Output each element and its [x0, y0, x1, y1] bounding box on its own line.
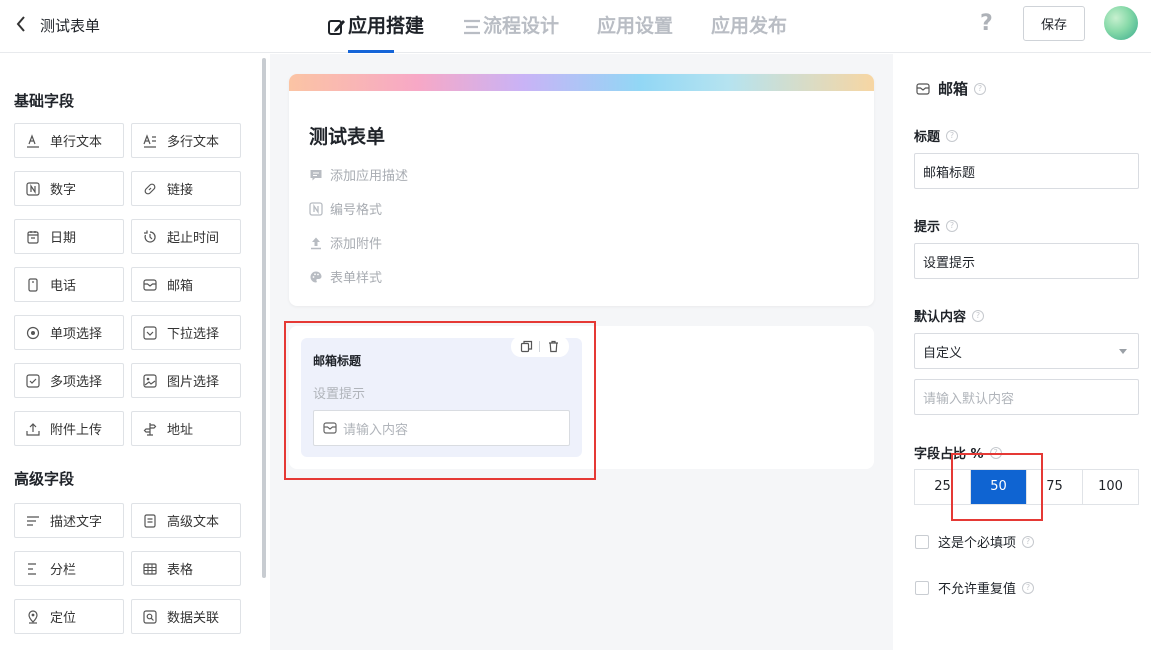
field-description-text[interactable]: 描述文字 — [14, 503, 124, 538]
properties-type: 邮箱 — [938, 80, 969, 98]
checkbox-box[interactable] — [915, 580, 929, 595]
required-checkbox[interactable]: 这是个必填项 ? — [915, 532, 1035, 551]
field-phone[interactable]: 电话 — [14, 267, 124, 302]
number-icon — [26, 181, 40, 196]
highlight-box-field — [284, 321, 596, 480]
help-icon[interactable]: ? — [974, 82, 987, 95]
chevron-left-icon[interactable] — [14, 13, 28, 40]
field-rich-text[interactable]: 高级文本 — [131, 503, 241, 538]
checkbox-box[interactable] — [915, 534, 929, 549]
field-email[interactable]: 邮箱 — [131, 267, 241, 302]
save-button[interactable]: 保存 — [1023, 6, 1085, 41]
palette-icon — [310, 271, 322, 282]
mail-icon — [916, 82, 930, 95]
form-title[interactable]: 测试表单 — [309, 122, 385, 149]
edit-icon — [328, 19, 345, 35]
chevron-down-icon — [1119, 349, 1127, 354]
tab-label: 应用设置 — [597, 15, 674, 37]
link-icon — [144, 183, 156, 194]
tab-label: 应用搭建 — [348, 15, 425, 37]
dropdown-icon — [143, 325, 157, 340]
form-style-link[interactable]: 表单样式 — [309, 267, 382, 286]
tab-app-publish[interactable]: 应用发布 — [711, 0, 787, 53]
help-icon[interactable]: ? — [946, 219, 959, 232]
help-icon[interactable]: ? — [980, 11, 993, 36]
title-label: 标题 ? — [914, 126, 959, 145]
signpost-icon — [143, 422, 157, 436]
default-content-label: 默认内容 ? — [914, 306, 985, 325]
tab-label: 应用发布 — [711, 15, 788, 37]
add-description-link[interactable]: 添加应用描述 — [309, 165, 408, 184]
description-icon — [27, 515, 39, 526]
columns-icon — [28, 562, 36, 575]
title-input[interactable]: 邮箱标题 — [914, 153, 1139, 189]
field-attachment[interactable]: 附件上传 — [14, 411, 124, 446]
calendar-icon — [27, 230, 39, 244]
field-link[interactable]: 链接 — [131, 171, 241, 206]
avatar[interactable] — [1104, 6, 1138, 40]
field-single-line-text[interactable]: 单行文本 — [14, 123, 124, 158]
default-content-input[interactable]: 请输入默认内容 — [914, 379, 1139, 415]
location-icon — [28, 609, 38, 624]
form-banner — [289, 74, 874, 91]
mail-icon — [143, 278, 157, 291]
field-number[interactable]: 数字 — [14, 171, 124, 206]
field-columns[interactable]: 分栏 — [14, 551, 124, 586]
upload-icon — [311, 237, 321, 249]
hint-label: 提示 ? — [914, 216, 959, 235]
main-tabs: 应用搭建 流程设计 应用设置 应用发布 — [327, 0, 825, 53]
hint-input[interactable]: 设置提示 — [914, 243, 1139, 279]
field-address[interactable]: 地址 — [131, 411, 241, 446]
table-icon — [143, 562, 157, 575]
form-header-card: 测试表单 添加应用描述 编号格式 添加附件 表单样式 — [289, 74, 874, 306]
width-option-100[interactable]: 100 — [1083, 470, 1138, 504]
field-single-choice[interactable]: 单项选择 — [14, 315, 124, 350]
field-multi-line-text[interactable]: 多行文本 — [131, 123, 241, 158]
tab-app-settings[interactable]: 应用设置 — [597, 0, 673, 53]
add-attachment-link[interactable]: 添加附件 — [309, 233, 382, 252]
default-mode-select[interactable]: 自定义 — [914, 333, 1139, 369]
properties-header: 邮箱 ? — [916, 78, 987, 99]
clock-range-icon — [144, 230, 156, 243]
field-data-link[interactable]: 数据关联 — [131, 599, 241, 634]
field-date[interactable]: 日期 — [14, 219, 124, 254]
help-icon[interactable]: ? — [1022, 535, 1035, 548]
help-icon[interactable]: ? — [946, 129, 959, 142]
flow-icon — [464, 19, 481, 34]
app-title: 测试表单 — [40, 17, 101, 35]
text-line-icon — [27, 133, 39, 148]
palette-scrollbar[interactable] — [262, 58, 266, 578]
highlight-box-width — [951, 453, 1043, 521]
field-multi-choice[interactable]: 多项选择 — [14, 363, 124, 398]
tab-app-build[interactable]: 应用搭建 — [327, 0, 424, 53]
field-time-range[interactable]: 起止时间 — [131, 219, 241, 254]
basic-fields-title: 基础字段 — [14, 92, 75, 110]
tab-label: 流程设计 — [483, 15, 560, 37]
checkbox-icon — [26, 373, 40, 388]
upload-icon — [26, 422, 40, 436]
advanced-fields-title: 高级字段 — [14, 470, 75, 488]
comment-icon — [310, 169, 322, 180]
field-image-choice[interactable]: 图片选择 — [131, 363, 241, 398]
help-icon[interactable]: ? — [972, 309, 985, 322]
field-table[interactable]: 表格 — [131, 551, 241, 586]
help-icon[interactable]: ? — [1022, 581, 1035, 594]
data-link-icon — [143, 609, 157, 624]
field-location[interactable]: 定位 — [14, 599, 124, 634]
field-dropdown[interactable]: 下拉选择 — [131, 315, 241, 350]
number-format-link[interactable]: 编号格式 — [309, 199, 382, 218]
top-bar: 测试表单 应用搭建 流程设计 应用设置 应用发布 ? 保存 — [0, 0, 1151, 53]
unique-checkbox[interactable]: 不允许重复值 ? — [915, 578, 1035, 597]
tab-flow-design[interactable]: 流程设计 — [462, 0, 559, 53]
rich-text-icon — [144, 513, 156, 528]
number-icon — [309, 201, 323, 216]
radio-icon — [26, 326, 40, 339]
phone-icon — [28, 277, 38, 292]
text-multi-icon — [143, 133, 156, 148]
image-icon — [143, 373, 157, 388]
